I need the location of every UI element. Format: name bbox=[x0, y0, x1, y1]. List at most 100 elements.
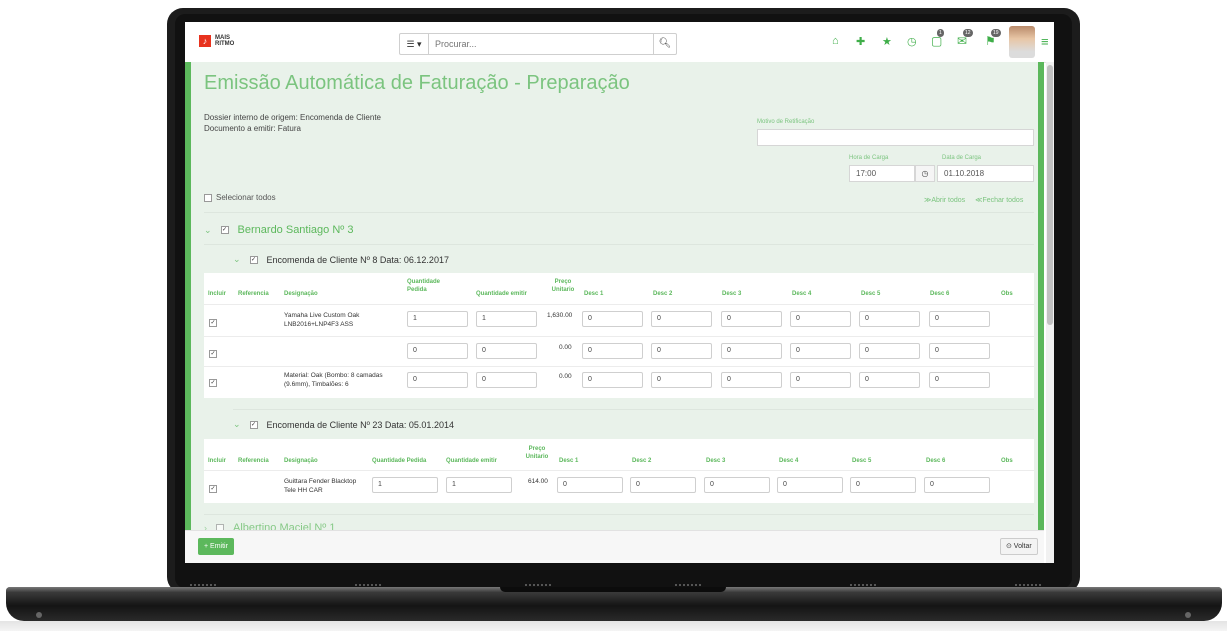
search-icon[interactable]: 🔍︎ bbox=[653, 34, 676, 54]
vent bbox=[190, 584, 218, 586]
col-desc2: Desc 2 bbox=[653, 291, 673, 297]
qtd-pedida-input[interactable]: 0 bbox=[407, 372, 468, 388]
motivo-field[interactable] bbox=[757, 129, 1034, 146]
clock-picker-icon[interactable]: ◷ bbox=[915, 165, 935, 182]
col-desc2: Desc 2 bbox=[632, 458, 652, 464]
chevron-down-icon[interactable]: ⌄ bbox=[233, 254, 241, 265]
laptop-hinge bbox=[500, 587, 726, 592]
desc1-input[interactable]: 0 bbox=[582, 372, 643, 388]
order-checkbox[interactable]: ✓ bbox=[249, 255, 258, 264]
qtd-pedida-input[interactable]: 0 bbox=[407, 343, 468, 359]
desc5-input[interactable]: 0 bbox=[859, 311, 920, 327]
col-desc6: Desc 6 bbox=[926, 458, 946, 464]
tasks-icon[interactable]: ⚑ 19 bbox=[985, 29, 1001, 48]
desc2-input[interactable]: 0 bbox=[651, 311, 712, 327]
group-checkbox[interactable]: ✓ bbox=[220, 226, 229, 234]
scrollbar[interactable] bbox=[1046, 62, 1054, 563]
document-info: Dossier interno de origem: Encomenda de … bbox=[204, 113, 381, 133]
expand-controls: ≫Abrir todos ≪Fechar todos bbox=[924, 196, 1023, 204]
calendar-icon[interactable]: ▢ 1 bbox=[931, 29, 944, 48]
plus-icon[interactable]: ✚ bbox=[856, 35, 865, 48]
row-include-checkbox[interactable]: ✓ bbox=[209, 485, 217, 493]
close-all-link[interactable]: ≪Fechar todos bbox=[975, 197, 1023, 204]
desc6-input[interactable]: 0 bbox=[929, 311, 990, 327]
row-include-checkbox[interactable]: ✓ bbox=[209, 319, 217, 327]
desc4-input[interactable]: 0 bbox=[777, 477, 843, 493]
col-referencia: Referencia bbox=[238, 458, 269, 464]
desc3-input[interactable]: 0 bbox=[721, 372, 782, 388]
order-checkbox[interactable]: ✓ bbox=[249, 420, 258, 429]
menu-icon[interactable]: ≡ bbox=[1041, 34, 1049, 49]
select-all-checkbox[interactable]: Selecionar todos bbox=[204, 193, 276, 202]
desc6-input[interactable]: 0 bbox=[929, 372, 990, 388]
chevron-down-icon[interactable]: ⌄ bbox=[204, 225, 212, 236]
qtd-emitir-input[interactable]: 1 bbox=[446, 477, 512, 493]
desc3-input[interactable]: 0 bbox=[704, 477, 770, 493]
order-table: Incluir Referencia Designação Quantidade… bbox=[204, 439, 1034, 503]
row-preco: 0.00 bbox=[559, 373, 572, 380]
chevron-right-icon[interactable]: › bbox=[204, 523, 207, 530]
desc1-input[interactable]: 0 bbox=[582, 311, 643, 327]
qtd-emitir-input[interactable]: 0 bbox=[476, 343, 537, 359]
row-include-checkbox[interactable]: ✓ bbox=[209, 350, 217, 358]
search-input[interactable] bbox=[429, 34, 653, 54]
back-button[interactable]: ⊙ Voltar bbox=[1000, 538, 1038, 555]
row-preco: 1,630.00 bbox=[547, 312, 573, 319]
group-header[interactable]: ⌄ ✓ Bernardo Santiago Nº 3 bbox=[204, 224, 353, 236]
desc3-input[interactable]: 0 bbox=[721, 311, 782, 327]
desc4-input[interactable]: 0 bbox=[790, 311, 851, 327]
desc2-input[interactable]: 0 bbox=[651, 343, 712, 359]
desc6-input[interactable]: 0 bbox=[924, 477, 990, 493]
page-title: Emissão Automática de Faturação - Prepar… bbox=[204, 72, 630, 94]
chevron-down-icon[interactable]: ⌄ bbox=[233, 419, 241, 430]
home-icon[interactable]: ⌂ bbox=[832, 35, 839, 47]
col-obs: Obs bbox=[1001, 458, 1013, 464]
qtd-pedida-input[interactable]: 1 bbox=[407, 311, 468, 327]
order-table: Incluir Referencia Designação Quantidade… bbox=[204, 273, 1034, 398]
row-include-checkbox[interactable]: ✓ bbox=[209, 379, 217, 387]
desc5-input[interactable]: 0 bbox=[850, 477, 916, 493]
open-all-link[interactable]: ≫Abrir todos bbox=[924, 197, 965, 204]
desc2-input[interactable]: 0 bbox=[630, 477, 696, 493]
desc3-input[interactable]: 0 bbox=[721, 343, 782, 359]
vent bbox=[675, 584, 703, 586]
messages-icon[interactable]: ✉ 12 bbox=[957, 29, 973, 48]
col-incluir: Incluir bbox=[208, 291, 227, 297]
vent bbox=[850, 584, 878, 586]
hora-label: Hora de Carga bbox=[849, 155, 889, 161]
vent bbox=[1015, 584, 1043, 586]
desc4-input[interactable]: 0 bbox=[790, 372, 851, 388]
data-field[interactable]: 01.10.2018 bbox=[937, 165, 1034, 182]
emit-button[interactable]: + Emitir bbox=[198, 538, 234, 555]
desc2-input[interactable]: 0 bbox=[651, 372, 712, 388]
desc4-input[interactable]: 0 bbox=[790, 343, 851, 359]
scrollbar-thumb[interactable] bbox=[1047, 65, 1053, 325]
hora-field[interactable]: 17:00 bbox=[849, 165, 915, 182]
desc1-input[interactable]: 0 bbox=[557, 477, 623, 493]
qtd-emitir-input[interactable]: 0 bbox=[476, 372, 537, 388]
col-qtd-pedida: Quantidade Pedida bbox=[372, 458, 427, 464]
col-desc1: Desc 1 bbox=[559, 458, 579, 464]
order-header[interactable]: ⌄ ✓ Encomenda de Cliente Nº 8 Data: 06.1… bbox=[233, 254, 449, 265]
col-preco: Preço Unitario bbox=[525, 446, 549, 460]
top-navbar: ♪ MAISRITMO ☰ ▾ 🔍︎ ⌂ ✚ ★ ◷ ▢1 ✉12 ⚑19 ≡ bbox=[185, 22, 1054, 63]
app-logo[interactable]: ♪ MAIS RITMO bbox=[199, 35, 245, 47]
qtd-pedida-input[interactable]: 1 bbox=[372, 477, 438, 493]
desc5-input[interactable]: 0 bbox=[859, 372, 920, 388]
row-designacao: Yamaha Live Custom Oak LNB2016+LNP4F3 AS… bbox=[284, 312, 360, 328]
desc5-input[interactable]: 0 bbox=[859, 343, 920, 359]
row-preco: 614.00 bbox=[528, 478, 548, 485]
col-desc4: Desc 4 bbox=[792, 291, 812, 297]
star-icon[interactable]: ★ bbox=[882, 35, 892, 48]
col-obs: Obs bbox=[1001, 291, 1013, 297]
col-designacao: Designação bbox=[284, 291, 318, 297]
desc1-input[interactable]: 0 bbox=[582, 343, 643, 359]
group-header[interactable]: › Albertino Maciel Nº 1 bbox=[204, 522, 335, 530]
desc6-input[interactable]: 0 bbox=[929, 343, 990, 359]
clock-icon[interactable]: ◷ bbox=[907, 35, 917, 48]
qtd-emitir-input[interactable]: 1 bbox=[476, 311, 537, 327]
search-scope-dropdown[interactable]: ☰ ▾ bbox=[400, 34, 429, 54]
avatar[interactable] bbox=[1009, 26, 1035, 58]
motivo-label: Motivo de Retificação bbox=[757, 119, 815, 125]
order-header[interactable]: ⌄ ✓ Encomenda de Cliente Nº 23 Data: 05.… bbox=[233, 419, 454, 430]
